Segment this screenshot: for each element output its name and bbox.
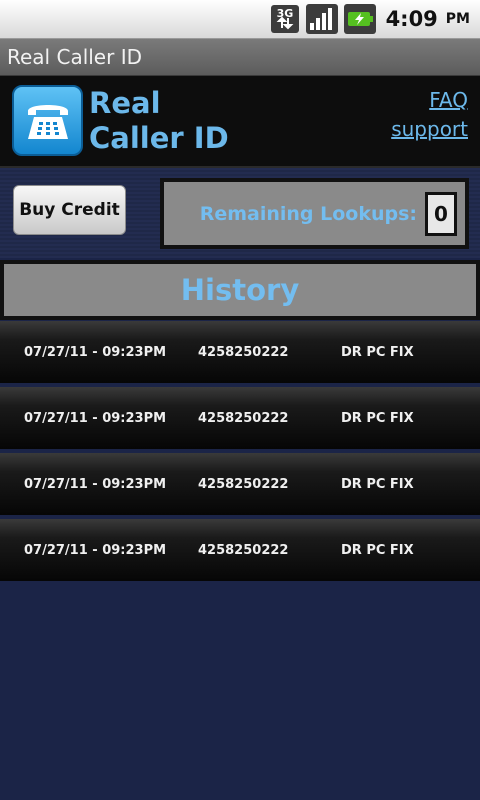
faq-link[interactable]: FAQ: [391, 86, 468, 115]
history-datetime: 07/27/11 - 09:23PM: [24, 542, 167, 558]
app-name-line1: Real: [89, 86, 161, 120]
header-links: FAQ support: [391, 86, 468, 144]
svg-text:3G: 3G: [276, 7, 293, 20]
history-datetime: 07/27/11 - 09:23PM: [24, 410, 167, 426]
app-header: Real Caller ID FAQ support: [0, 76, 480, 168]
history-number: 4258250222: [198, 476, 289, 492]
history-list: 07/27/11 - 09:23PM 4258250222 DR PC FIX …: [0, 321, 480, 585]
support-link[interactable]: support: [391, 115, 468, 144]
history-number: 4258250222: [198, 410, 289, 426]
clock-ampm: PM: [445, 11, 470, 27]
history-row[interactable]: 07/27/11 - 09:23PM 4258250222 DR PC FIX: [0, 321, 480, 383]
history-row[interactable]: 07/27/11 - 09:23PM 4258250222 DR PC FIX: [0, 387, 480, 449]
remaining-lookups-count: 0: [425, 191, 457, 236]
history-number: 4258250222: [198, 344, 289, 360]
3g-icon: 3G: [270, 4, 300, 34]
history-caller-name: DR PC FIX: [341, 410, 414, 426]
history-header: History: [0, 260, 480, 320]
remaining-lookups-label: Remaining Lookups:: [199, 202, 417, 225]
app-title: Real Caller ID: [7, 45, 142, 69]
buy-credit-button[interactable]: Buy Credit: [13, 185, 126, 235]
history-row[interactable]: 07/27/11 - 09:23PM 4258250222 DR PC FIX: [0, 519, 480, 581]
app-name: Real Caller ID: [89, 86, 229, 156]
title-bar: Real Caller ID: [0, 38, 480, 76]
history-caller-name: DR PC FIX: [341, 344, 414, 360]
history-datetime: 07/27/11 - 09:23PM: [24, 344, 167, 360]
history-title: History: [4, 264, 476, 316]
credit-row: Buy Credit Remaining Lookups: 0: [0, 168, 480, 258]
remaining-lookups-panel: Remaining Lookups: 0: [160, 178, 469, 249]
history-caller-name: DR PC FIX: [341, 542, 414, 558]
telephone-icon: [12, 85, 83, 156]
history-caller-name: DR PC FIX: [341, 476, 414, 492]
history-datetime: 07/27/11 - 09:23PM: [24, 476, 167, 492]
status-bar: 3G 4:09 PM: [0, 0, 480, 38]
clock-time: 4:09: [385, 7, 438, 31]
signal-icon: [305, 4, 338, 34]
history-number: 4258250222: [198, 542, 289, 558]
battery-charging-icon: [343, 4, 376, 34]
app-name-line2: Caller ID: [89, 121, 229, 155]
history-row[interactable]: 07/27/11 - 09:23PM 4258250222 DR PC FIX: [0, 453, 480, 515]
